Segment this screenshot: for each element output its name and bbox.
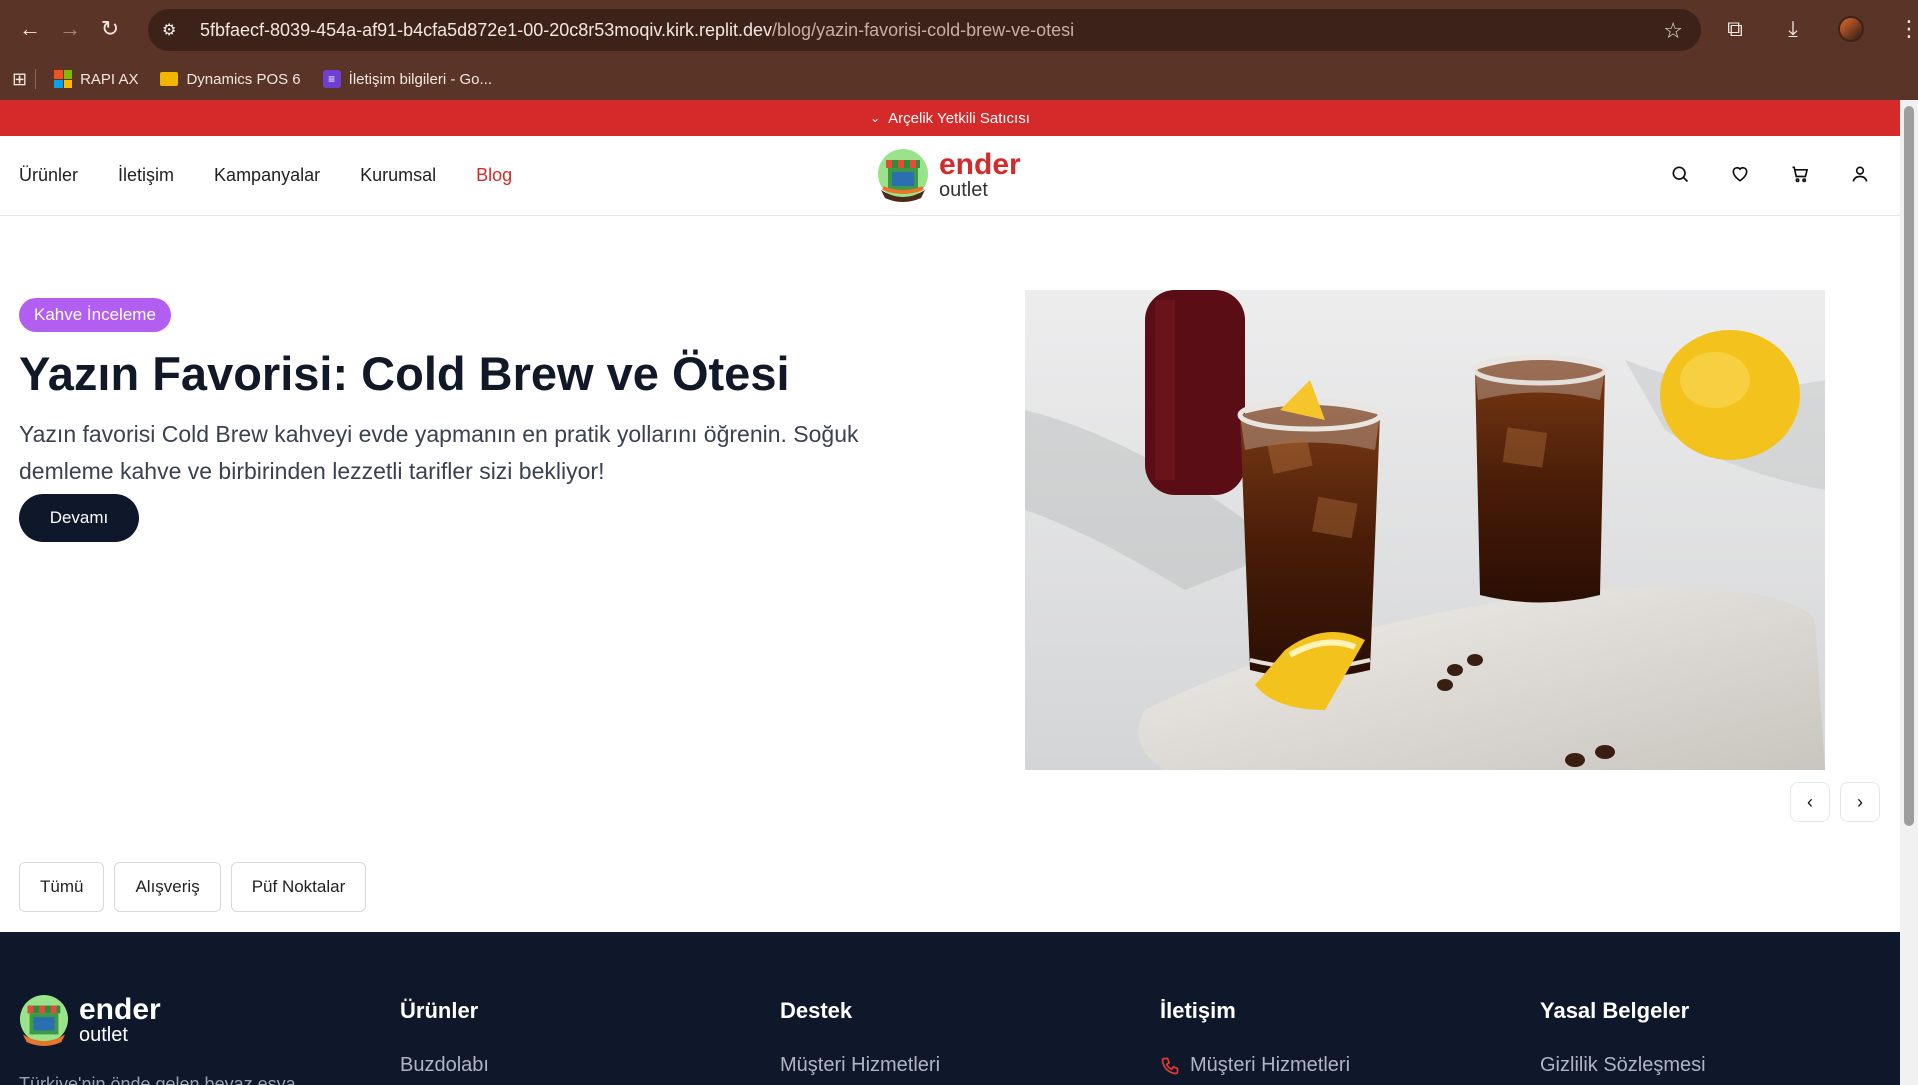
address-bar[interactable]: ⚙ 5fbfaecf-8039-454a-af91-b4cfa5d872e1-0… [148,9,1701,51]
brand-sub: outlet [939,179,988,201]
apps-grid-icon[interactable]: ⊞ [12,69,27,90]
reload-icon[interactable]: ↻ [90,9,130,49]
profile-avatar[interactable] [1831,9,1871,49]
brand-name: ender [939,148,1021,181]
promo-bar: ⌄ Arçelik Yetkili Satıcısı [0,100,1900,136]
footer-col-yasal: Yasal Belgeler Gizlilik Sözleşmesi [1540,998,1706,1077]
footer-logo[interactable]: ender outlet [19,992,161,1048]
bookmark-label: İletişim bilgileri - Go... [348,70,493,88]
footer-link[interactable]: Müşteri Hizmetleri [780,1054,940,1077]
menu-kebab-icon[interactable]: ⋮ [1889,9,1918,49]
url-path: /blog/yazin-favorisi-cold-brew-ve-otesi [772,19,1075,40]
nav-item-kampanyalar[interactable]: Kampanyalar [214,165,320,186]
hero-title: Yazın Favorisi: Cold Brew ve Ötesi [19,347,790,400]
carousel-prev-button[interactable]: ‹ [1790,782,1830,822]
site-header: Ürünler İletişim Kampanyalar Kurumsal Bl… [0,136,1900,216]
scrollbar-thumb[interactable] [1904,106,1914,826]
footer-col-destek: Destek Müşteri Hizmetleri [780,998,940,1077]
footer-brand-name: ender [79,993,161,1026]
footer-col-title: İletişim [1160,998,1236,1023]
storefront-logo-icon [19,995,69,1046]
page-content: ⌄ Arçelik Yetkili Satıcısı Ürünler İleti… [0,100,1900,1085]
site-info-icon[interactable]: ⚙ [162,20,190,40]
microsoft-icon [54,70,73,88]
footer-link[interactable]: Buzdolabı [400,1054,489,1077]
bookmark-star-icon[interactable]: ☆ [1663,18,1683,44]
download-icon[interactable]: ⤓ [1773,9,1813,49]
promo-text: Arçelik Yetkili Satıcısı [888,109,1030,127]
cart-icon[interactable] [1790,164,1810,184]
carousel-controls: ‹ › [1790,782,1880,822]
heart-icon[interactable] [1730,164,1750,184]
footer-tagline: Türkiye'nin önde gelen beyaz eşya [19,1074,296,1085]
user-icon[interactable] [1850,164,1870,184]
hero-text: Kahve İnceleme Yazın Favorisi: Cold Brew… [19,298,889,542]
footer-col-title: Ürünler [400,998,479,1023]
hero-description: Yazın favorisi Cold Brew kahveyi evde ya… [19,421,859,484]
nav-item-urunler[interactable]: Ürünler [19,165,78,186]
forms-icon: ≡ [322,70,341,88]
page-scrollbar[interactable] [1900,100,1918,1085]
url-host: 5fbfaecf-8039-454a-af91-b4cfa5d872e1-00-… [200,19,773,40]
bookmark-label: Dynamics POS 6 [186,70,301,88]
bookmark-rapi-ax[interactable]: RAPI AX [54,70,138,88]
folder-icon [160,72,179,86]
category-filters: Tümü Alışveriş Püf Noktalar [19,862,367,912]
browser-chrome: ← → ↻ ⚙ 5fbfaecf-8039-454a-af91-b4cfa5d8… [0,0,1918,100]
chevron-down-icon: ⌄ [870,111,881,125]
hero-image-cold-brew [1025,290,1825,770]
cold-brew-illustration [1025,290,1825,770]
read-more-button[interactable]: Devamı [19,494,139,542]
bookmarks-bar: ⊞ RAPI AX Dynamics POS 6 ≡ İletişim bilg… [0,58,1918,100]
phone-icon [1161,1057,1179,1074]
back-icon[interactable]: ← [10,9,50,49]
site-logo[interactable]: ender outlet [877,146,1021,204]
filter-shopping-button[interactable]: Alışveriş [114,862,221,912]
bookmark-iletisim[interactable]: ≡ İletişim bilgileri - Go... [322,70,493,88]
storefront-logo-icon [878,149,928,202]
filter-all-button[interactable]: Tümü [19,862,105,912]
carousel-next-button[interactable]: › [1840,782,1880,822]
category-badge: Kahve İnceleme [19,298,171,332]
site-footer: ender outlet Türkiye'nin önde gelen beya… [0,932,1900,1085]
footer-brand-sub: outlet [79,1024,128,1046]
main-nav: Ürünler İletişim Kampanyalar Kurumsal Bl… [19,165,512,186]
footer-link[interactable]: Müşteri Hizmetleri [1190,1054,1350,1077]
search-icon[interactable] [1670,164,1690,184]
bookmark-label: RAPI AX [80,70,139,88]
nav-item-kurumsal[interactable]: Kurumsal [360,165,436,186]
bookmark-dynamics-pos[interactable]: Dynamics POS 6 [160,70,301,88]
footer-col-title: Destek [780,998,853,1023]
footer-col-urunler: Ürünler Buzdolabı [400,998,489,1077]
nav-item-blog[interactable]: Blog [476,165,512,186]
forward-icon[interactable]: → [50,9,90,49]
footer-link[interactable]: Gizlilik Sözleşmesi [1540,1054,1706,1077]
extensions-icon[interactable]: ⧉ [1715,9,1755,49]
nav-item-iletisim[interactable]: İletişim [118,165,174,186]
footer-col-title: Yasal Belgeler [1540,998,1690,1023]
filter-tips-button[interactable]: Püf Noktalar [230,862,367,912]
footer-col-iletisim: İletişim Müşteri Hizmetleri [1160,998,1350,1077]
